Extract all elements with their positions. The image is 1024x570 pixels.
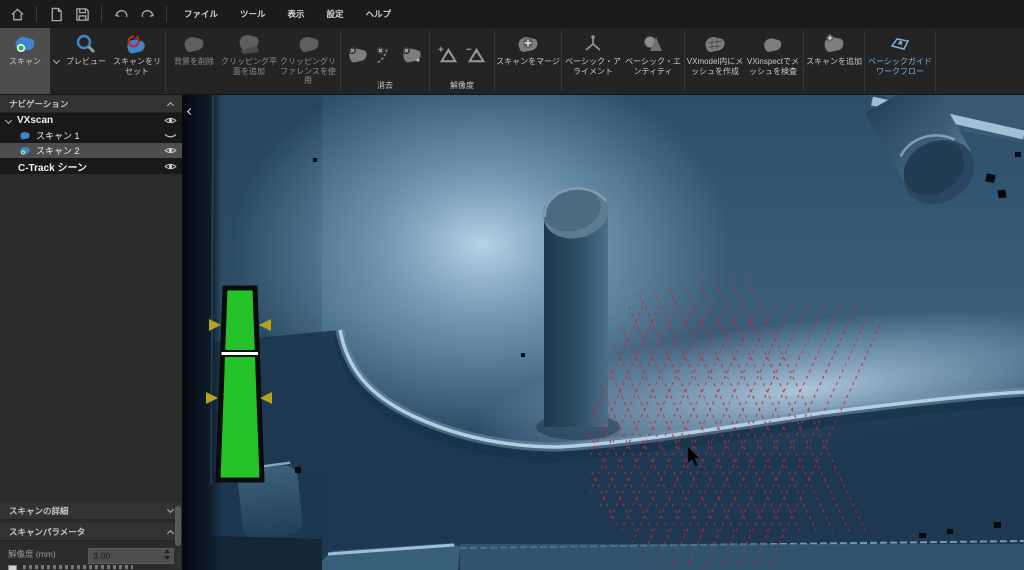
use-clipping-reference-button[interactable]: クリッピングリファレンスを使用 [277, 28, 339, 94]
menubar: ファイル ツール 表示 設定 ヘルプ [0, 0, 1024, 28]
resolution-stepper[interactable] [161, 547, 173, 561]
scan-active-blob-icon [18, 145, 32, 156]
undo-icon[interactable] [110, 3, 132, 25]
redo-icon[interactable] [136, 3, 158, 25]
menu-settings[interactable]: 設定 [318, 0, 353, 28]
tree-item-vxscan[interactable]: VXscan [0, 113, 182, 128]
alignment-tripod-icon [581, 33, 605, 55]
divider [561, 31, 562, 91]
erase-scan-icon[interactable] [347, 45, 369, 65]
divider [803, 31, 804, 91]
resolution-group-label: 解像度 [431, 80, 493, 94]
reset-scan-icon [125, 33, 149, 55]
panel-scrollbar[interactable] [175, 506, 181, 568]
visibility-eye-icon[interactable] [163, 116, 178, 125]
clipped-checkbox-row [0, 565, 182, 570]
menu-help[interactable]: ヘルプ [357, 0, 401, 28]
expander-icon[interactable] [5, 117, 12, 124]
resolution-group: 解像度 [431, 28, 493, 94]
add-clipping-plane-button[interactable]: クリッピング平面を追加 [221, 28, 277, 94]
expand-chevron-icon [167, 506, 174, 513]
scan-button[interactable]: スキャン [0, 28, 50, 94]
visibility-eye-closed-icon[interactable] [163, 131, 178, 140]
divider [101, 6, 102, 22]
divider [36, 6, 37, 22]
vxmodel-mesh-button[interactable]: VXmodel内にメッシュを作成 [686, 28, 744, 94]
tree-item-scan1[interactable]: スキャン 1 [0, 128, 182, 143]
navigation-header[interactable]: ナビゲーション [0, 95, 182, 113]
home-icon[interactable] [6, 3, 28, 25]
basic-entity-button[interactable]: ベーシック・エンティティ [623, 28, 683, 94]
divider [340, 31, 341, 91]
menu-file[interactable]: ファイル [175, 0, 227, 28]
new-file-icon[interactable] [45, 3, 67, 25]
guided-workflow-button[interactable]: ベーシックガイドワークフロー [866, 28, 934, 94]
preview-button[interactable]: プレビュー [62, 28, 110, 94]
remove-background-button[interactable]: 背景を削除 [167, 28, 221, 94]
remove-background-icon [182, 33, 206, 55]
collapse-sidebar-button[interactable] [188, 101, 193, 119]
scan-details-header[interactable]: スキャンの詳細 [0, 502, 182, 520]
erase-curve-icon[interactable] [374, 45, 396, 65]
erase-group: 消去 [342, 28, 428, 94]
increase-resolution-icon[interactable] [437, 44, 460, 65]
guided-workflow-icon [888, 33, 912, 55]
basic-alignment-button[interactable]: ベーシック・アライメント [563, 28, 623, 94]
collapse-chevron-icon [167, 529, 174, 536]
clipping-plane-icon [237, 33, 261, 55]
divider [494, 31, 495, 91]
erase-selection-icon[interactable] [401, 45, 423, 65]
tree-item-ctrack-scene[interactable]: C-Track シーン [0, 158, 182, 174]
3d-viewport[interactable] [182, 95, 1024, 570]
scan-blob-icon [18, 130, 32, 141]
clipping-reference-icon [296, 33, 320, 55]
menu-tools[interactable]: ツール [231, 0, 275, 28]
vxinspect-mesh-button[interactable]: VXinspectでメッシュを検査 [744, 28, 802, 94]
merge-scans-icon [516, 33, 540, 55]
erase-group-label: 消去 [342, 80, 428, 94]
scan-dropdown-caret[interactable] [50, 28, 62, 94]
entity-shapes-icon [641, 33, 665, 55]
collapse-chevron-icon [167, 101, 174, 108]
distance-meter-bar [218, 288, 262, 480]
parameters-panel: スキャンの詳細 スキャンパラメータ 解像度 (mm) [0, 502, 182, 570]
spinner-down-icon[interactable] [164, 556, 170, 560]
add-scan-icon [822, 33, 846, 55]
spinner-up-icon[interactable] [164, 549, 170, 553]
scan-left-edge [182, 95, 222, 570]
application-window: ファイル ツール 表示 設定 ヘルプ スキャン プレビュー [0, 0, 1024, 570]
divider [684, 31, 685, 91]
visibility-eye-icon[interactable] [163, 162, 178, 171]
divider [166, 6, 167, 22]
ribbon-toolbar: スキャン プレビュー スキャンをリセット 背景を削除 [0, 28, 1024, 95]
divider [165, 31, 166, 91]
divider [864, 31, 865, 91]
vxmodel-mesh-icon [703, 33, 727, 55]
vxinspect-mesh-icon [761, 33, 785, 55]
magnifier-icon [74, 33, 98, 55]
decrease-resolution-icon[interactable] [465, 44, 488, 65]
visibility-eye-icon[interactable] [163, 146, 178, 155]
add-scan-button[interactable]: スキャンを追加 [805, 28, 863, 94]
navigation-sidebar: ナビゲーション VXscan スキャン 1 [0, 95, 182, 570]
resolution-row: 解像度 (mm) [0, 541, 182, 565]
reset-scan-button[interactable]: スキャンをリセット [110, 28, 164, 94]
divider [429, 31, 430, 91]
scene-tree: VXscan スキャン 1 スキャン 2 [0, 113, 182, 174]
scan-scene [182, 95, 1024, 570]
merge-scans-button[interactable]: スキャンをマージ [496, 28, 560, 94]
resolution-label: 解像度 (mm) [8, 548, 88, 560]
divider [935, 31, 936, 91]
save-icon[interactable] [71, 3, 93, 25]
cylindrical-post [536, 181, 620, 440]
tree-item-scan2[interactable]: スキャン 2 [0, 143, 182, 158]
scan-parameters-header[interactable]: スキャンパラメータ [0, 523, 182, 541]
menu-view[interactable]: 表示 [279, 0, 314, 28]
scan-icon [13, 33, 37, 55]
checkbox[interactable] [8, 565, 17, 570]
